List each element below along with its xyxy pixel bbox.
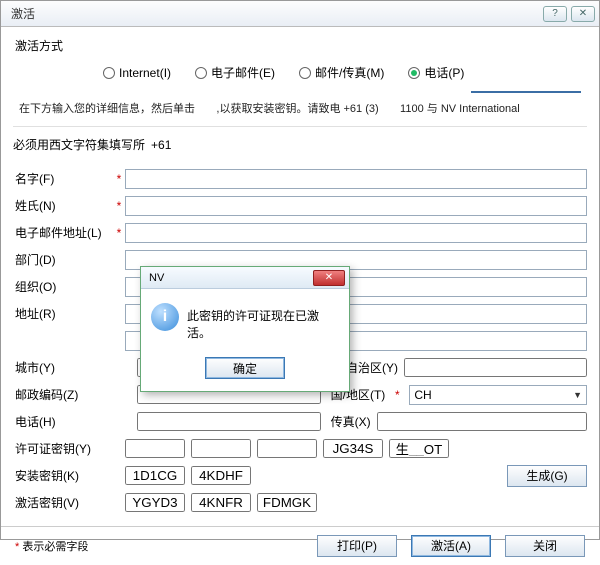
label-organization: 组织(O) [13, 278, 113, 295]
radio-icon [195, 67, 207, 79]
label-install: 安装密钥(K) [13, 467, 113, 484]
label-phone: 电话(H) [13, 413, 113, 430]
license-part-4[interactable] [323, 439, 383, 458]
activate-button[interactable]: 激活(A) [411, 535, 491, 557]
radio-phone[interactable]: 电话(P) [408, 64, 464, 81]
required-charset-row: 必须用西文字符集填写所 +61 [13, 133, 587, 157]
dialog-title: NV [149, 272, 164, 284]
country-select[interactable]: CH▼ [409, 385, 587, 405]
selection-underline [471, 91, 581, 93]
chevron-down-icon: ▼ [573, 390, 582, 400]
activation-part-3[interactable] [257, 493, 317, 512]
email-input[interactable] [125, 223, 587, 243]
label-lastname: 姓氏(N) [13, 197, 113, 214]
required-star: * [391, 388, 403, 402]
print-button[interactable]: 打印(P) [317, 535, 397, 557]
required-star: * [113, 172, 125, 186]
license-part-1[interactable] [125, 439, 185, 458]
state-input[interactable] [404, 358, 587, 377]
instructions-text: 在下方输入您的详细信息，然后单击 ,以获取安装密钥。请致电 +61 (3) 11… [13, 99, 587, 120]
radio-email[interactable]: 电子邮件(E) [195, 64, 275, 81]
dialog-close-icon[interactable]: ✕ [313, 270, 345, 286]
generate-button[interactable]: 生成(G) [507, 465, 587, 487]
required-star: * [113, 226, 125, 240]
titlebar: 激活 ? ✕ [1, 1, 599, 27]
label-activation: 激活密钥(V) [13, 494, 113, 511]
footer: * 表示必需字段 打印(P) 激活(A) 关闭 [1, 526, 599, 565]
required-value: +61 [151, 138, 171, 152]
label-license: 许可证密钥(Y) [13, 440, 113, 457]
label-fax: 传真(X) [331, 413, 371, 430]
activation-part-2[interactable] [191, 493, 251, 512]
radio-icon [408, 67, 420, 79]
required-charset-label: 必须用西文字符集填写所 [13, 136, 145, 153]
window-title: 激活 [11, 5, 539, 22]
activation-key-group [125, 493, 317, 512]
radio-internet[interactable]: Internet(I) [103, 66, 171, 80]
license-part-2[interactable] [191, 439, 251, 458]
phone-input[interactable] [137, 412, 321, 431]
label-department: 部门(D) [13, 251, 113, 268]
radio-icon [103, 67, 115, 79]
radio-fax[interactable]: 邮件/传真(M) [299, 64, 384, 81]
license-key-group [125, 439, 449, 458]
confirmation-dialog: NV ✕ i 此密钥的许可证现在已激活。 确定 [140, 266, 350, 392]
radio-icon [299, 67, 311, 79]
install-key-group [125, 466, 251, 485]
firstname-input[interactable] [125, 169, 587, 189]
lastname-input[interactable] [125, 196, 587, 216]
divider [13, 126, 587, 127]
install-part-2[interactable] [191, 466, 251, 485]
close-button[interactable]: 关闭 [505, 535, 585, 557]
required-star: * [113, 199, 125, 213]
method-label: 激活方式 [15, 37, 587, 54]
install-part-1[interactable] [125, 466, 185, 485]
label-email: 电子邮件地址(L) [13, 224, 113, 241]
label-city: 城市(Y) [13, 359, 113, 376]
method-radio-group: Internet(I) 电子邮件(E) 邮件/传真(M) 电话(P) [13, 60, 587, 91]
license-part-5[interactable] [389, 439, 449, 458]
label-address: 地址(R) [13, 305, 113, 322]
help-icon[interactable]: ? [543, 6, 567, 22]
label-postal: 邮政编码(Z) [13, 386, 113, 403]
close-icon[interactable]: ✕ [571, 6, 595, 22]
dialog-titlebar: NV ✕ [141, 267, 349, 289]
label-firstname: 名字(F) [13, 170, 113, 187]
info-icon: i [151, 303, 179, 331]
ok-button[interactable]: 确定 [205, 357, 285, 379]
fax-input[interactable] [377, 412, 587, 431]
license-part-3[interactable] [257, 439, 317, 458]
activation-part-1[interactable] [125, 493, 185, 512]
dialog-message: 此密钥的许可证现在已激活。 [187, 303, 339, 341]
